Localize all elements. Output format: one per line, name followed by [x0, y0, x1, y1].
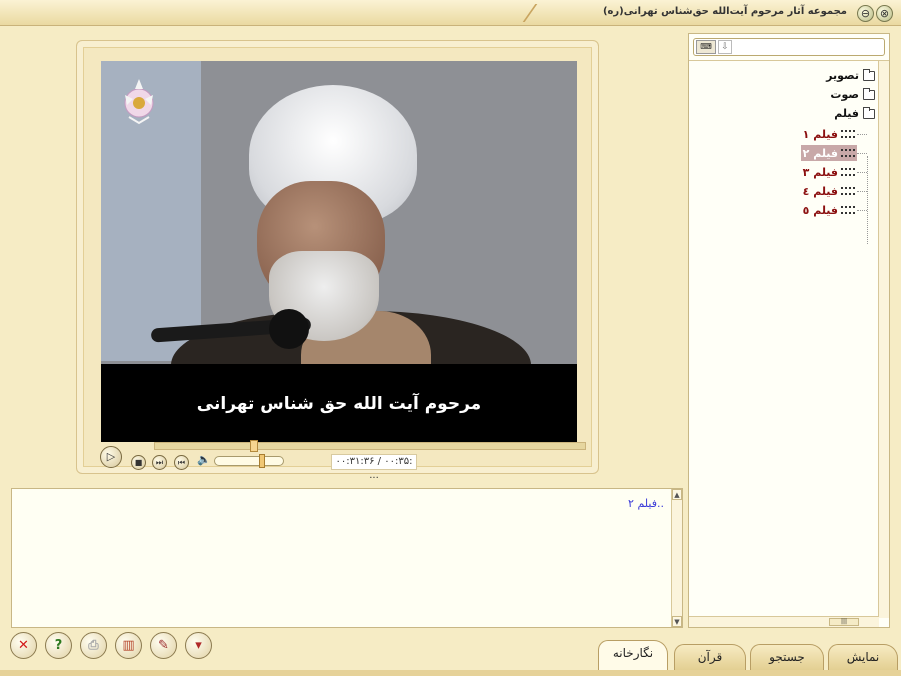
bottom-strip: [0, 670, 901, 676]
stop-button[interactable]: ■: [131, 455, 146, 470]
tree-film-4[interactable]: فیلم ٤: [801, 183, 857, 199]
tree-folder-label: تصویر: [826, 69, 859, 82]
video-caption: مرحوم آیت الله حق شناس تهرانی: [196, 394, 482, 414]
film-strip-icon: [841, 168, 855, 176]
next-button[interactable]: ⏭: [152, 455, 167, 470]
tree-film-1[interactable]: فیلم ۱: [801, 126, 857, 142]
description-panel[interactable]: ..فیلم ۲ ▲ ▼: [11, 488, 683, 628]
time-display: ۰۰:۳۱:۳۶ / ۰۰:۳۵: ...: [331, 454, 417, 481]
film-strip-icon: [841, 206, 855, 214]
download-icon[interactable]: ⇩: [718, 40, 732, 54]
tree-connector: [867, 156, 868, 244]
video-display[interactable]: مرحوم آیت الله حق شناس تهرانی: [101, 61, 577, 442]
open-folder-icon: [863, 106, 875, 119]
film-label: فیلم ٥: [802, 203, 838, 217]
keyboard-icon[interactable]: ⌨: [696, 40, 716, 54]
film-strip-icon: [841, 130, 855, 138]
tree-connector: [857, 172, 867, 173]
video-caption-bar: مرحوم آیت الله حق شناس تهرانی: [101, 364, 577, 442]
bookmark-button[interactable]: ▾: [185, 632, 212, 659]
previous-button[interactable]: ⏮: [174, 455, 189, 470]
title-bar: مجموعه آثار مرحوم آیت‌الله حق‌شناس تهران…: [0, 0, 901, 26]
tree-vertical-scrollbar[interactable]: [878, 61, 889, 618]
folder-icon: [863, 68, 875, 81]
hscroll-thumb[interactable]: |||: [829, 618, 859, 626]
tree-horizontal-scrollbar[interactable]: |||: [689, 616, 879, 627]
edit-button[interactable]: ✎: [150, 632, 177, 659]
print-button[interactable]: ⎙: [80, 632, 107, 659]
exit-button[interactable]: ✕: [10, 632, 37, 659]
tab-gallery[interactable]: نگارخانه: [598, 640, 668, 670]
tree-divider: [689, 60, 889, 61]
tree-connector: [857, 153, 867, 154]
folder-icon: [863, 87, 875, 100]
scroll-up-icon[interactable]: ▲: [672, 489, 682, 500]
film-label: فیلم ۱: [802, 127, 838, 141]
tree-folder-film[interactable]: فیلم: [834, 105, 875, 122]
tab-search[interactable]: جستجو: [750, 644, 824, 670]
tree-search-bar[interactable]: ⌨ ⇩: [693, 38, 885, 56]
minimize-icon[interactable]: ⊖: [857, 5, 874, 22]
help-button[interactable]: ?: [45, 632, 72, 659]
tree-connector: [857, 134, 867, 135]
tree-film-5[interactable]: فیلم ٥: [801, 202, 857, 218]
film-label: فیلم ۳: [802, 165, 838, 179]
emblem-icon: [124, 79, 154, 125]
microphone-head: [269, 309, 309, 349]
tree-connector: [857, 210, 867, 211]
volume-icon[interactable]: 🔈: [197, 453, 211, 466]
window-title: مجموعه آثار مرحوم آیت‌الله حق‌شناس تهران…: [602, 6, 847, 17]
scroll-down-icon[interactable]: ▼: [672, 616, 682, 627]
description-text: ..فیلم ۲: [628, 497, 664, 510]
tree-connector: [857, 191, 867, 192]
volume-thumb[interactable]: [259, 454, 266, 468]
description-scrollbar[interactable]: ▲ ▼: [671, 489, 682, 627]
content-tree-panel: ⌨ ⇩ تصویر صوت فیلم فیلم ۱ فیلم ۲ فیلم ۳ …: [688, 33, 890, 628]
film-strip-icon: [841, 187, 855, 195]
tree-folder-label: فیلم: [834, 107, 859, 120]
play-button[interactable]: ▷: [100, 446, 122, 468]
close-window-icon[interactable]: ⊗: [876, 5, 893, 22]
film-label: فیلم ۲: [802, 146, 838, 160]
tree-folder-label: صوت: [830, 88, 859, 101]
tree-film-2[interactable]: فیلم ۲: [800, 145, 857, 161]
film-label: فیلم ٤: [802, 184, 838, 198]
film-strip-icon: [841, 149, 855, 157]
tree-folder-image[interactable]: تصویر: [826, 67, 875, 84]
seek-thumb[interactable]: [249, 440, 258, 452]
video-frame: مرحوم آیت الله حق شناس تهرانی: [76, 40, 599, 474]
book-button[interactable]: ▥: [115, 632, 142, 659]
tree-folder-audio[interactable]: صوت: [830, 86, 875, 103]
seek-bar[interactable]: [154, 440, 586, 452]
tab-quran[interactable]: قرآن: [674, 644, 746, 670]
tab-display[interactable]: نمایش: [828, 644, 898, 670]
volume-slider[interactable]: [214, 454, 284, 468]
tree-film-3[interactable]: فیلم ۳: [801, 164, 857, 180]
